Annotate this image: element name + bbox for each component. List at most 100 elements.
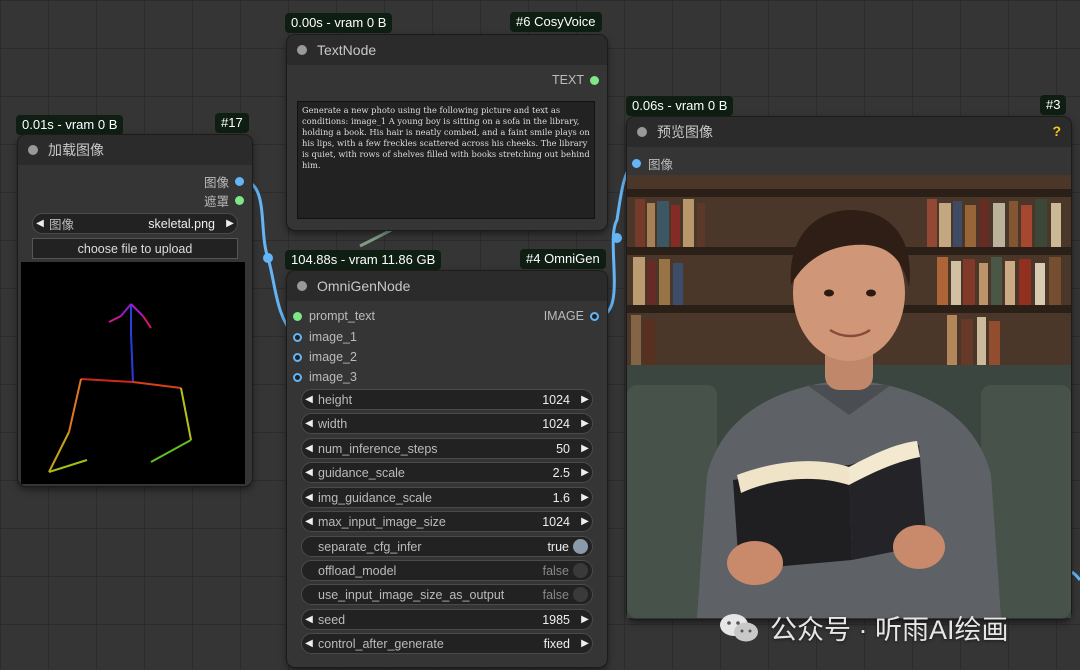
upload-button[interactable]: choose file to upload	[32, 238, 238, 259]
arrow-left-icon[interactable]: ◀	[302, 394, 316, 405]
output-label: IMAGE	[543, 309, 584, 323]
use-input-image-size-toggle[interactable]: use_input_image_size_as_output false	[301, 584, 593, 605]
widget-label: seed	[318, 612, 346, 627]
collapse-dot[interactable]	[297, 281, 307, 291]
node-title: 加载图像	[48, 142, 104, 158]
widget-label: offload_model	[318, 563, 397, 578]
widget-value: fixed	[543, 636, 570, 651]
arrow-right-icon[interactable]: ▶	[578, 418, 592, 429]
output-slot-text[interactable]: TEXT	[552, 70, 599, 90]
output-connector[interactable]	[235, 195, 244, 205]
input-connector[interactable]	[293, 311, 302, 321]
preview-image-node[interactable]: 预览图像 ? 图像	[627, 117, 1071, 619]
arrow-left-icon[interactable]: ◀	[302, 638, 316, 649]
output-connector[interactable]	[590, 311, 599, 321]
node-id-badge: #3	[1040, 95, 1067, 115]
input-connector[interactable]	[293, 332, 302, 342]
arrow-left-icon[interactable]: ◀	[302, 467, 316, 478]
timing-badge: 0.00s - vram 0 B	[285, 13, 393, 33]
arrow-right-icon[interactable]: ▶	[578, 394, 592, 405]
output-slot-mask[interactable]: 遮罩	[204, 190, 244, 210]
widget-value: 2.5	[552, 465, 570, 480]
arrow-right-icon[interactable]: ▶	[578, 638, 592, 649]
separate-cfg-infer-toggle[interactable]: separate_cfg_infer true	[301, 536, 593, 557]
input-connector[interactable]	[293, 352, 302, 362]
widget-label: num_inference_steps	[318, 441, 438, 456]
num-inference-steps-widget[interactable]: ◀ num_inference_steps 50 ▶	[301, 438, 593, 459]
image-file-selector[interactable]: ◀ 图像 skeletal.png ▶	[32, 213, 238, 234]
node-title-bar[interactable]: TextNode	[287, 35, 607, 65]
output-label: TEXT	[552, 73, 584, 87]
arrow-right-icon[interactable]: ▶	[578, 443, 592, 454]
input-label: image_1	[309, 330, 357, 344]
widget-label: 图像	[49, 218, 75, 232]
input-slot-image-3[interactable]: image_3	[293, 367, 357, 387]
input-connector[interactable]	[293, 372, 302, 382]
output-label: 遮罩	[203, 194, 229, 209]
text-node[interactable]: TextNode TEXT Generate a new photo using…	[287, 35, 607, 230]
toggle-knob[interactable]	[573, 587, 588, 602]
widget-value: skeletal.png	[148, 216, 215, 231]
arrow-left-icon[interactable]: ◀	[33, 218, 47, 229]
toggle-knob[interactable]	[573, 539, 588, 554]
prompt-textarea[interactable]: Generate a new photo using the following…	[297, 101, 595, 219]
input-label: prompt_text	[309, 309, 376, 323]
toggle-knob[interactable]	[573, 563, 588, 578]
input-label: image_3	[309, 370, 357, 384]
arrow-right-icon[interactable]: ▶	[578, 614, 592, 625]
output-connector[interactable]	[235, 176, 244, 186]
watermark-text: 公众号 · 听雨AI绘画	[770, 615, 1009, 645]
arrow-left-icon[interactable]: ◀	[302, 443, 316, 454]
arrow-right-icon[interactable]: ▶	[578, 516, 592, 527]
output-slot-image[interactable]: 图像	[204, 171, 244, 191]
input-slot-image[interactable]: 图像	[632, 153, 673, 173]
arrow-left-icon[interactable]: ◀	[302, 614, 316, 625]
input-slot-prompt-text[interactable]: prompt_text	[293, 306, 375, 326]
widget-label: use_input_image_size_as_output	[318, 587, 505, 602]
widget-value: false	[542, 587, 569, 602]
arrow-left-icon[interactable]: ◀	[302, 492, 316, 503]
node-id-badge: #17	[215, 113, 249, 133]
arrow-right-icon[interactable]: ▶	[578, 467, 592, 478]
input-slot-image-2[interactable]: image_2	[293, 347, 357, 367]
offload-model-toggle[interactable]: offload_model false	[301, 560, 593, 581]
widget-value: false	[542, 563, 569, 578]
link-offscreen	[1071, 570, 1080, 581]
widget-label: width	[318, 416, 348, 431]
seed-widget[interactable]: ◀ seed 1985 ▶	[301, 609, 593, 630]
output-slot-image[interactable]: IMAGE	[544, 306, 599, 326]
widget-value: 1024	[542, 416, 570, 431]
timing-badge: 0.01s - vram 0 B	[16, 115, 124, 135]
link-midpoint	[612, 233, 622, 243]
arrow-right-icon[interactable]: ▶	[578, 492, 592, 503]
widget-label: height	[318, 392, 353, 407]
width-widget[interactable]: ◀ width 1024 ▶	[301, 413, 593, 434]
generated-output-image	[627, 175, 1071, 618]
guidance-scale-widget[interactable]: ◀ guidance_scale 2.5 ▶	[301, 462, 593, 483]
input-slot-image-1[interactable]: image_1	[293, 327, 357, 347]
input-connector[interactable]	[632, 158, 641, 168]
arrow-left-icon[interactable]: ◀	[302, 418, 316, 429]
arrow-left-icon[interactable]: ◀	[302, 516, 316, 527]
link-text-to-omnigen	[359, 226, 396, 248]
height-widget[interactable]: ◀ height 1024 ▶	[301, 389, 593, 410]
collapse-dot[interactable]	[637, 127, 647, 137]
widget-label: max_input_image_size	[318, 514, 446, 529]
control-after-generate-widget[interactable]: ◀ control_after_generate fixed ▶	[301, 633, 593, 654]
widget-label: separate_cfg_infer	[318, 539, 422, 554]
widget-value: 1985	[542, 612, 570, 627]
help-icon[interactable]: ?	[1052, 123, 1061, 139]
collapse-dot[interactable]	[297, 45, 307, 55]
collapse-dot[interactable]	[28, 145, 38, 155]
node-title-bar[interactable]: 加载图像	[18, 135, 252, 165]
load-image-node[interactable]: 加载图像 图像 遮罩 ◀ 图像 skeletal.png ▶ choose fi…	[18, 135, 252, 486]
node-title-bar[interactable]: OmniGenNode	[287, 271, 607, 301]
omnigen-node[interactable]: OmniGenNode prompt_text image_1 image_2 …	[287, 271, 607, 667]
img-guidance-scale-widget[interactable]: ◀ img_guidance_scale 1.6 ▶	[301, 487, 593, 508]
output-connector[interactable]	[590, 75, 599, 85]
arrow-right-icon[interactable]: ▶	[223, 218, 237, 229]
node-title-bar[interactable]: 预览图像 ?	[627, 117, 1071, 147]
max-input-image-size-widget[interactable]: ◀ max_input_image_size 1024 ▶	[301, 511, 593, 532]
widget-value: 1024	[542, 514, 570, 529]
input-label: image_2	[309, 350, 357, 364]
